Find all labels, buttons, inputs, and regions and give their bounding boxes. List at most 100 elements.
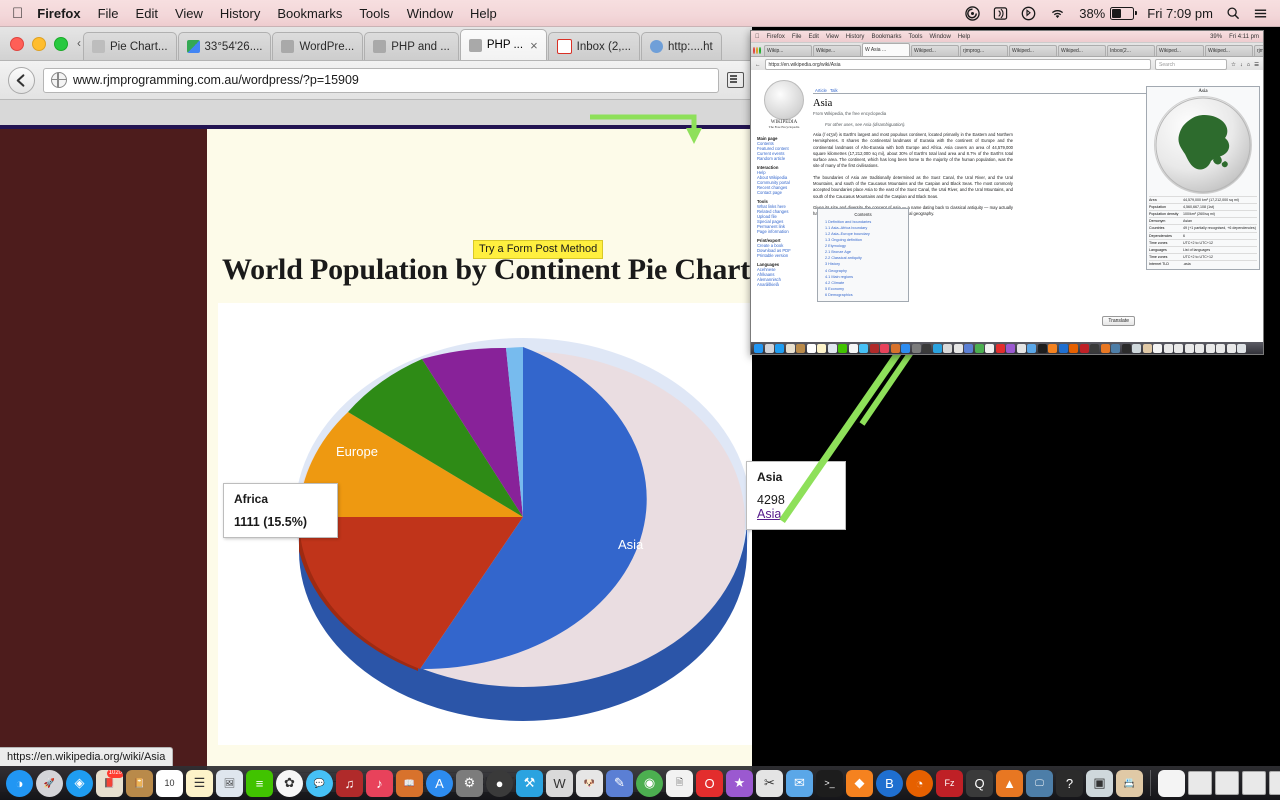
minimized-window-thumbnail[interactable] bbox=[1188, 771, 1212, 795]
fw-back-icon: ← bbox=[755, 62, 761, 68]
menu-item-edit[interactable]: Edit bbox=[136, 6, 158, 21]
gimp-icon[interactable]: 🐶 bbox=[576, 770, 603, 797]
url-bar[interactable]: www.rjmprogramming.com.au/wordpress/?p=1… bbox=[43, 68, 719, 93]
fw-page-body: WIKIPEDIA The Free Encyclopedia Main pag… bbox=[751, 70, 1263, 342]
page-wrapper: Try a Form Post Method World Population … bbox=[0, 125, 752, 792]
avast-icon[interactable]: ◆ bbox=[846, 770, 873, 797]
tab-http[interactable]: http:....ht bbox=[641, 32, 722, 60]
asia-tooltip-link[interactable]: Asia bbox=[757, 507, 781, 521]
remote-desktop-icon[interactable]: 🖵 bbox=[1026, 770, 1053, 797]
zoom-window-button[interactable] bbox=[54, 37, 68, 51]
fw-menu-window: Window bbox=[929, 34, 950, 40]
apple-icon[interactable]:  bbox=[12, 6, 23, 21]
scissors-icon[interactable]: ✂ bbox=[756, 770, 783, 797]
bluetooth-b-icon[interactable] bbox=[1021, 6, 1036, 21]
app-store-updates-icon[interactable]: 📕1020 bbox=[96, 770, 123, 797]
tab-favicon bbox=[650, 40, 663, 53]
fw-download-icon: ↓ bbox=[1240, 62, 1243, 68]
menu-item-tools[interactable]: Tools bbox=[359, 6, 389, 21]
document-icon[interactable] bbox=[1158, 770, 1185, 797]
wifi-icon[interactable] bbox=[1049, 7, 1066, 20]
help-icon[interactable]: ? bbox=[1056, 770, 1083, 797]
star-app-icon[interactable]: ★ bbox=[726, 770, 753, 797]
safari-icon[interactable]: ◈ bbox=[66, 770, 93, 797]
photos-icon[interactable]: ✿ bbox=[276, 770, 303, 797]
finder-icon[interactable]: ◑ bbox=[6, 770, 33, 797]
sync-icon[interactable] bbox=[965, 6, 980, 21]
opera-icon[interactable]: O bbox=[696, 770, 723, 797]
virtualbox-icon[interactable]: ▣ bbox=[1086, 770, 1113, 797]
minimized-window-thumbnail[interactable] bbox=[1269, 771, 1280, 795]
minimized-window-thumbnail[interactable] bbox=[1215, 771, 1239, 795]
firefox-icon[interactable]: ◔ bbox=[906, 770, 933, 797]
numbers-icon[interactable]: ≡ bbox=[246, 770, 273, 797]
notification-center-icon[interactable] bbox=[1253, 7, 1268, 20]
fw-toc-item: 6 Demographics bbox=[821, 292, 905, 298]
fw-dock-icon bbox=[985, 344, 994, 353]
minimize-window-button[interactable] bbox=[32, 37, 46, 51]
close-window-button[interactable] bbox=[10, 37, 24, 51]
tab-wordpress[interactable]: WordPre... bbox=[272, 32, 363, 60]
back-button[interactable] bbox=[8, 67, 35, 94]
menu-item-file[interactable]: File bbox=[98, 6, 119, 21]
fw-dock-icon bbox=[943, 344, 952, 353]
battery-status[interactable]: 38% bbox=[1079, 6, 1134, 21]
spotlight-search-icon[interactable] bbox=[1226, 6, 1240, 20]
menubar-clock[interactable]: Fri 7:09 pm bbox=[1147, 6, 1213, 21]
xcode-icon[interactable]: ⚒ bbox=[516, 770, 543, 797]
fw-dock-icon bbox=[1227, 344, 1236, 353]
menu-item-firefox[interactable]: Firefox bbox=[37, 6, 80, 21]
app-store-icon[interactable]: A bbox=[426, 770, 453, 797]
menu-item-help[interactable]: Help bbox=[470, 6, 497, 21]
chrome-icon[interactable]: ◉ bbox=[636, 770, 663, 797]
bluetooth-app-icon[interactable]: B bbox=[876, 770, 903, 797]
tab-php-and[interactable]: PHP and ... bbox=[364, 32, 459, 60]
menu-item-window[interactable]: Window bbox=[407, 6, 453, 21]
fw-tab: Wikip... bbox=[764, 45, 812, 56]
dashboard-icon[interactable]: ● bbox=[486, 770, 513, 797]
tab-pie-chart[interactable]: Pie Chart... bbox=[83, 32, 177, 60]
itunes-icon[interactable]: ♪ bbox=[366, 770, 393, 797]
launchpad-icon[interactable]: 🚀 bbox=[36, 770, 63, 797]
fw-dock-icon bbox=[996, 344, 1005, 353]
fw-dock-icon bbox=[1090, 344, 1099, 353]
fw-toc-title: Contents bbox=[821, 212, 905, 217]
wikipedia-wordmark-sub: The Free Encyclopedia bbox=[759, 125, 809, 129]
tab-inbox[interactable]: Inbox (2,... bbox=[548, 32, 640, 60]
textedit-icon[interactable]: 🗎 bbox=[666, 770, 693, 797]
fw-tab: Inbox(2... bbox=[1107, 45, 1155, 56]
contacts-icon[interactable]: 📇 bbox=[1116, 770, 1143, 797]
fw-menu-edit: Edit bbox=[809, 34, 819, 40]
terminal-icon[interactable]: >_ bbox=[816, 770, 843, 797]
tab-coordinates[interactable]: 33°54'26.... bbox=[178, 32, 272, 60]
africa-tooltip-value: 1111 (15.5%) bbox=[234, 515, 327, 529]
menu-item-bookmarks[interactable]: Bookmarks bbox=[277, 6, 342, 21]
airplay-icon[interactable] bbox=[993, 6, 1008, 21]
notes-icon[interactable]: ☰ bbox=[186, 770, 213, 797]
reader-view-icon[interactable] bbox=[727, 72, 744, 88]
close-tab-icon[interactable]: × bbox=[530, 38, 538, 53]
menu-item-history[interactable]: History bbox=[220, 6, 260, 21]
minimized-window-thumbnail[interactable] bbox=[1242, 771, 1266, 795]
address-book-icon[interactable]: 📔 bbox=[126, 770, 153, 797]
ibooks-icon[interactable]: 📖 bbox=[396, 770, 423, 797]
fw-tab: Wikiped... bbox=[1156, 45, 1204, 56]
calendar-icon[interactable]: 10 bbox=[156, 770, 183, 797]
quicktime-icon[interactable]: Q bbox=[966, 770, 993, 797]
menu-item-view[interactable]: View bbox=[175, 6, 203, 21]
preview-icon[interactable]: 🖼 bbox=[216, 770, 243, 797]
tab-php-active[interactable]: PHP ... × bbox=[460, 29, 547, 60]
floating-screenshot-window[interactable]:  Firefox File Edit View History Bookmar… bbox=[750, 30, 1264, 355]
fw-dock-icon bbox=[922, 344, 931, 353]
url-text: www.rjmprogramming.com.au/wordpress/?p=1… bbox=[73, 73, 359, 87]
vlc-icon[interactable]: ▲ bbox=[996, 770, 1023, 797]
system-preferences-icon[interactable]: ⚙ bbox=[456, 770, 483, 797]
mail-icon[interactable]: ✉ bbox=[786, 770, 813, 797]
fw-tab: Wikiped... bbox=[911, 45, 959, 56]
paint-icon[interactable]: ✎ bbox=[606, 770, 633, 797]
music-library-icon[interactable]: ♫ bbox=[336, 770, 363, 797]
messages-icon[interactable]: 💬 bbox=[306, 770, 333, 797]
filezilla-icon[interactable]: Fz bbox=[936, 770, 963, 797]
wordpress-icon[interactable]: W bbox=[546, 770, 573, 797]
fw-tab-active: W Asia ... bbox=[862, 43, 910, 56]
